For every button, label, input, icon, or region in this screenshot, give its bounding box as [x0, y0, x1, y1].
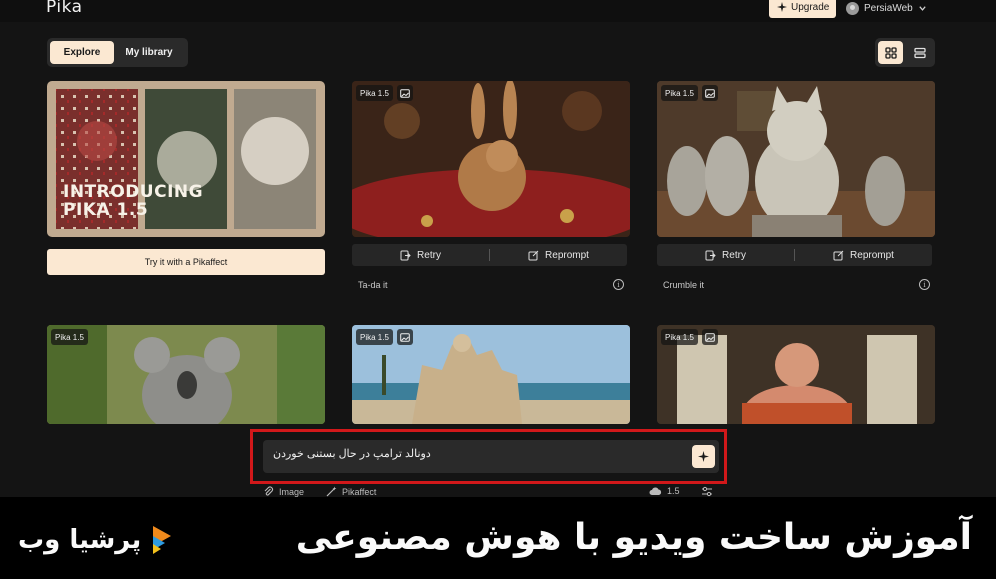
video-card-rabbit[interactable]: Pika 1.5 [352, 81, 630, 237]
info-icon[interactable]: i [613, 279, 624, 290]
pikaffect-label: Pikaffect [342, 486, 377, 497]
reprompt-label: Reprompt [850, 249, 894, 261]
sliders-icon [702, 486, 712, 497]
generate-button[interactable] [692, 445, 715, 468]
card-actions: Retry Reprompt [352, 244, 627, 266]
persiaweb-logo-icon [153, 526, 172, 554]
banner-brand: پرشیا وب [18, 524, 173, 556]
grid-icon [884, 46, 897, 59]
edit-icon [833, 250, 844, 260]
edit-icon [528, 250, 539, 260]
pikaffect-button[interactable]: Pikaffect [326, 486, 376, 497]
settings-button[interactable] [701, 486, 713, 497]
list-view-button[interactable] [907, 41, 932, 64]
explore-library-tabs: Explore My library [47, 38, 188, 67]
prompt-input-value[interactable]: دونالد ترامپ در حال بستنی خوردن [273, 447, 463, 460]
banner-title: آموزش ساخت ویدیو با هوش مصنوعی [295, 517, 972, 558]
promo-title-line1: INTRODUCING [63, 182, 204, 202]
image-label: Image [279, 486, 305, 497]
model-selector[interactable]: 1.5 [649, 486, 680, 496]
retry-icon [705, 250, 716, 260]
reprompt-button[interactable]: Reprompt [795, 244, 932, 266]
model-badge: Pika 1.5 [661, 85, 698, 101]
model-badge: Pika 1.5 [356, 329, 393, 345]
model-version-label: 1.5 [667, 486, 680, 496]
image-icon [396, 329, 413, 345]
retry-button[interactable]: Retry [657, 244, 794, 266]
card-actions: Retry Reprompt [657, 244, 932, 266]
image-icon [396, 85, 413, 101]
sparkle-icon [777, 2, 787, 12]
promo-card[interactable]: INTRODUCING PIKA 1.5 [47, 81, 325, 237]
video-card-sandcastle[interactable]: Pika 1.5 [352, 325, 630, 424]
brand-name: پرشیا وب [18, 525, 142, 555]
avatar [846, 1, 859, 15]
upgrade-label: Upgrade [791, 1, 830, 13]
video-card-koala[interactable]: Pika 1.5 [47, 325, 325, 424]
grid-view-button[interactable] [878, 41, 903, 64]
video-card-cat[interactable]: Pika 1.5 [657, 81, 935, 237]
sparkle-icon [698, 451, 709, 462]
paperclip-icon [264, 486, 274, 496]
chevron-down-icon [919, 5, 926, 11]
image-icon [701, 329, 718, 345]
promo-title: INTRODUCING PIKA 1.5 [63, 183, 203, 219]
tab-explore[interactable]: Explore [50, 41, 114, 64]
info-icon[interactable]: i [919, 279, 930, 290]
tab-my-library[interactable]: My library [118, 41, 180, 64]
promo-title-line2: PIKA 1.5 [63, 200, 149, 220]
model-badge: Pika 1.5 [356, 85, 393, 101]
model-badge: Pika 1.5 [51, 329, 88, 345]
magic-wand-icon [326, 486, 337, 497]
user-menu[interactable]: PersiaWeb [846, 0, 927, 16]
cloud-icon [649, 487, 662, 495]
image-icon [701, 85, 718, 101]
reprompt-button[interactable]: Reprompt [490, 244, 627, 266]
rabbit-video-thumbnail [352, 81, 630, 237]
card-caption: Ta-da it [358, 280, 388, 290]
koala-video-thumbnail [47, 325, 325, 424]
view-toggle [875, 38, 935, 67]
username: PersiaWeb [864, 2, 913, 14]
list-icon [913, 47, 926, 58]
image-upload-button[interactable]: Image [263, 486, 304, 497]
video-card-sumo[interactable]: Pika 1.5 [657, 325, 935, 424]
cat-statue-video-thumbnail [657, 81, 935, 237]
model-badge: Pika 1.5 [661, 329, 698, 345]
retry-label: Retry [417, 249, 441, 261]
retry-label: Retry [722, 249, 746, 261]
reprompt-label: Reprompt [545, 249, 589, 261]
retry-button[interactable]: Retry [352, 244, 489, 266]
pika-logo[interactable]: Pika [46, 0, 83, 17]
retry-icon [400, 250, 411, 260]
card-caption: Crumble it [663, 280, 705, 290]
try-pikaffect-button[interactable]: Try it with a Pikaffect [47, 249, 325, 275]
upgrade-button[interactable]: Upgrade [769, 0, 836, 18]
